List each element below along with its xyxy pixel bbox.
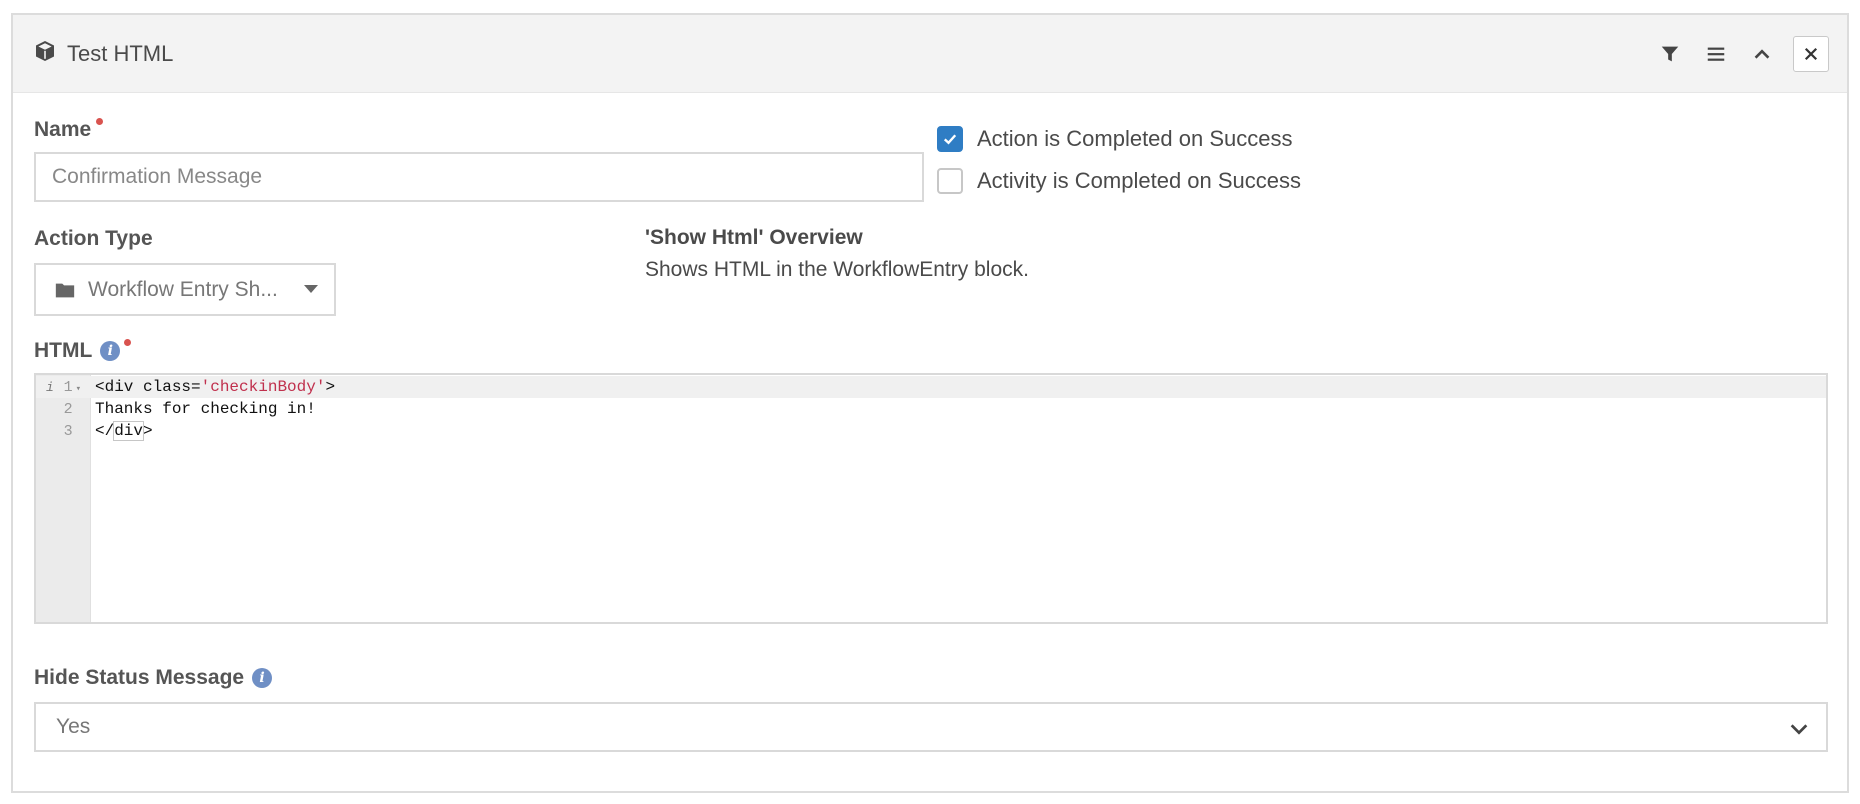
hide-status-label: Hide Status Message i [34,666,273,690]
chevron-down-icon [1790,724,1808,735]
action-type-label: Action Type [34,227,153,251]
menu-button[interactable] [1693,35,1739,73]
html-code-editor[interactable]: i1▾ <div class='checkinBody'> 2▾ Thanks … [34,373,1828,624]
caret-down-icon [304,285,318,293]
info-icon[interactable]: i [252,668,273,688]
name-input-placeholder: Confirmation Message [52,165,263,188]
line-number-text: 1 [63,378,73,396]
close-button[interactable] [1793,36,1829,72]
required-indicator [124,338,132,346]
overview-title: 'Show Html' Overview [645,226,863,249]
collapse-button[interactable] [1739,35,1785,73]
cube-icon [33,39,57,69]
code-text: Thanks for checking in! [95,400,316,418]
code-string: 'checkinBody' [200,378,326,396]
name-input[interactable]: Confirmation Message [34,152,924,202]
checkbox-checked[interactable] [937,126,963,152]
line-number: 2▾ [36,401,91,418]
code-bracket-match: div [113,421,145,441]
code-tag: </ [95,422,115,440]
panel-header: Test HTML [13,15,1847,93]
name-label: Name [34,117,104,142]
panel-title: Test HTML [33,39,173,69]
code-line[interactable]: 2▾ Thanks for checking in! [36,398,1826,420]
fold-icon[interactable]: ▾ [76,384,81,394]
action-type-label-text: Action Type [34,227,153,250]
action-type-value: Workflow Entry Sh... [88,277,278,301]
panel-title-text: Test HTML [67,41,174,66]
action-type-picker[interactable]: Workflow Entry Sh... [34,263,336,316]
code-text: </div> [91,421,153,441]
folder-icon [55,283,75,297]
activity-completed-checkbox[interactable]: Activity is Completed on Success [937,168,1301,194]
code-line[interactable]: 3▾ </div> [36,420,1826,442]
code-tag-end: > [325,378,336,396]
hide-status-value: Yes [56,715,91,738]
required-indicator [96,117,104,125]
action-completed-label: Action is Completed on Success [977,126,1293,151]
checkbox-unchecked[interactable] [937,168,963,194]
panel-actions [1647,35,1829,73]
info-marker-icon: i [46,379,54,395]
line-number: 3▾ [36,423,91,440]
line-number-text: 3 [63,422,73,440]
chevron-up-icon [1754,49,1770,59]
code-tag-end: > [143,422,153,440]
check-icon [943,134,957,145]
info-icon[interactable]: i [100,341,121,361]
overview-text: Shows HTML in the WorkflowEntry block. [645,258,1029,281]
hide-status-select[interactable]: Yes [34,702,1828,752]
close-icon [1804,47,1818,61]
code-line[interactable]: i 1 ▾ <div class='checkinBody'> [36,376,1826,398]
html-label-text: HTML [34,339,93,362]
line-number-text: 2 [63,400,73,418]
action-completed-checkbox[interactable]: Action is Completed on Success [937,126,1293,152]
filter-icon [1661,46,1679,62]
code-text: <div class='checkinBody'> [91,378,335,396]
hide-status-label-text: Hide Status Message [34,666,245,689]
activity-completed-label: Activity is Completed on Success [977,168,1302,193]
code-tag: <div class= [95,378,201,396]
html-label: HTML i [34,338,132,363]
menu-icon [1707,47,1725,61]
line-number: i 1 ▾ [36,379,91,396]
name-label-text: Name [34,118,92,141]
filter-button[interactable] [1647,35,1693,73]
